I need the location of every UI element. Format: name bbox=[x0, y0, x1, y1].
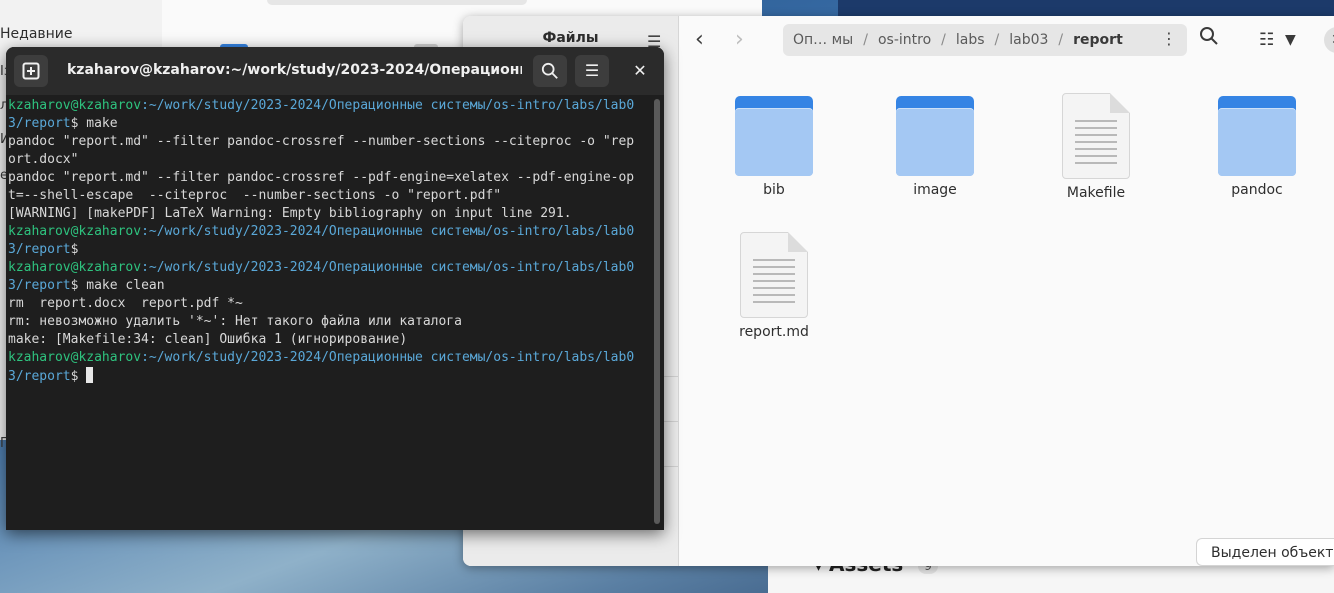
terminal-line: pandoc "report.md" --filter pandoc-cross… bbox=[8, 169, 648, 187]
path-segment[interactable]: Оп… мы bbox=[783, 32, 863, 48]
file-item-label: pandoc bbox=[1231, 182, 1283, 198]
search-icon[interactable] bbox=[533, 55, 567, 87]
folder-icon bbox=[1218, 96, 1296, 176]
path-breadcrumb: Оп… мы / os-intro / labs / lab03 / repor… bbox=[783, 24, 1187, 56]
terminal-text: t=--shell-escape --citeproc --number-sec… bbox=[8, 188, 502, 203]
document-icon bbox=[740, 232, 808, 318]
terminal-line: kzaharov@kzaharov:~/work/study/2023-2024… bbox=[8, 259, 648, 277]
terminal-line: make: [Makefile:34: clean] Ошибка 1 (игн… bbox=[8, 331, 648, 349]
view-options-chevron-icon[interactable]: ▼ bbox=[1285, 26, 1296, 54]
back-arrow-icon[interactable]: ‹ bbox=[695, 26, 704, 54]
prompt-path: 3/report bbox=[8, 278, 71, 293]
terminal-line: ort.docx" bbox=[8, 151, 648, 169]
terminal-line: kzaharov@kzaharov:~/work/study/2023-2024… bbox=[8, 223, 648, 241]
prompt-path: 3/report bbox=[8, 242, 71, 257]
files-grid: bib image Makefile pandoc report.md bbox=[679, 76, 1334, 566]
file-item-label: bib bbox=[763, 182, 785, 198]
file-item-document[interactable]: report.md bbox=[714, 232, 834, 340]
list-view-icon[interactable]: ☷ bbox=[1259, 26, 1274, 54]
prompt-path: :~/work/study/2023-2024/Операционные сис… bbox=[141, 224, 635, 239]
terminal-output[interactable]: kzaharov@kzaharov:~/work/study/2023-2024… bbox=[8, 97, 648, 527]
terminal-line: 3/report$ make clean bbox=[8, 277, 648, 295]
terminal-text: $ bbox=[70, 242, 79, 257]
terminal-line: pandoc "report.md" --filter pandoc-cross… bbox=[8, 133, 648, 151]
sidebar-divider bbox=[663, 376, 678, 377]
prompt-path: 3/report bbox=[8, 116, 71, 131]
terminal-line: rm report.docx report.pdf *~ bbox=[8, 295, 648, 313]
terminal-line: 3/report$ bbox=[8, 241, 648, 259]
new-tab-icon[interactable] bbox=[14, 55, 48, 87]
file-item-label: report.md bbox=[739, 324, 809, 340]
prompt-path: :~/work/study/2023-2024/Операционные сис… bbox=[141, 350, 635, 365]
terminal-line: 3/report$ bbox=[8, 367, 648, 385]
recent-nav-item[interactable]: Недавние bbox=[0, 26, 73, 42]
selection-status: Выделен объект «report.md» bbox=[1196, 538, 1334, 566]
terminal-text: $ make bbox=[70, 116, 118, 131]
folder-icon bbox=[735, 96, 813, 176]
terminal-line: kzaharov@kzaharov:~/work/study/2023-2024… bbox=[8, 349, 648, 367]
path-segment[interactable]: os-intro bbox=[868, 32, 941, 48]
prompt-user: kzaharov@kzaharov bbox=[8, 350, 142, 365]
terminal-text: [WARNING] [makePDF] LaTeX Warning: Empty… bbox=[8, 206, 572, 221]
path-segment[interactable]: labs bbox=[946, 32, 995, 48]
file-item-folder[interactable]: image bbox=[875, 96, 995, 198]
forward-arrow-icon[interactable]: › bbox=[735, 26, 744, 54]
terminal-line: [WARNING] [makePDF] LaTeX Warning: Empty… bbox=[8, 205, 648, 223]
terminal-line: t=--shell-escape --citeproc --number-sec… bbox=[8, 187, 648, 205]
file-item-folder[interactable]: bib bbox=[714, 96, 834, 198]
document-icon bbox=[1062, 93, 1130, 179]
terminal-window: kzaharov@kzaharov:~/work/study/2023-2024… bbox=[6, 47, 664, 530]
terminal-text: rm report.docx report.pdf *~ bbox=[8, 296, 243, 311]
terminal-title: kzaharov@kzaharov:~/work/study/2023-2024… bbox=[67, 62, 522, 78]
file-item-folder[interactable]: pandoc bbox=[1197, 96, 1317, 198]
terminal-line: kzaharov@kzaharov:~/work/study/2023-2024… bbox=[8, 97, 648, 115]
prompt-user: kzaharov@kzaharov bbox=[8, 224, 142, 239]
sidebar-divider bbox=[663, 466, 678, 467]
files-header: ‹ › Оп… мы / os-intro / labs / lab03 / r… bbox=[679, 16, 1334, 64]
terminal-text: rm: невозможно удалить '*~': Нет такого … bbox=[8, 314, 462, 329]
terminal-line: 3/report$ make bbox=[8, 115, 648, 133]
path-segment[interactable]: lab03 bbox=[999, 32, 1058, 48]
terminal-text: $ bbox=[70, 369, 87, 384]
prompt-user: kzaharov@kzaharov bbox=[8, 260, 142, 275]
prompt-path: :~/work/study/2023-2024/Операционные сис… bbox=[141, 98, 635, 113]
terminal-headerbar: kzaharov@kzaharov:~/work/study/2023-2024… bbox=[6, 47, 664, 95]
file-item-document[interactable]: Makefile bbox=[1036, 93, 1156, 201]
background-pill bbox=[267, 0, 527, 5]
path-options-icon[interactable]: ⋮ bbox=[1161, 29, 1177, 48]
close-icon[interactable]: ✕ bbox=[623, 55, 657, 87]
sidebar-divider bbox=[663, 421, 678, 422]
terminal-line: rm: невозможно удалить '*~': Нет такого … bbox=[8, 313, 648, 331]
hamburger-menu-icon[interactable]: ☰ bbox=[575, 55, 609, 87]
terminal-text: pandoc "report.md" --filter pandoc-cross… bbox=[8, 134, 635, 149]
terminal-scrollbar[interactable] bbox=[654, 99, 660, 524]
folder-icon bbox=[896, 96, 974, 176]
terminal-text: pandoc "report.md" --filter pandoc-cross… bbox=[8, 170, 635, 185]
file-item-label: image bbox=[913, 182, 957, 198]
path-segment-current[interactable]: report bbox=[1063, 32, 1133, 48]
terminal-cursor bbox=[86, 367, 94, 383]
file-item-label: Makefile bbox=[1066, 185, 1126, 201]
prompt-user: kzaharov@kzaharov bbox=[8, 98, 142, 113]
terminal-text: $ make clean bbox=[70, 278, 165, 293]
prompt-path: :~/work/study/2023-2024/Операционные сис… bbox=[141, 260, 635, 275]
prompt-path: 3/report bbox=[8, 369, 71, 384]
files-sidebar-title: Файлы bbox=[542, 30, 599, 46]
terminal-text: make: [Makefile:34: clean] Ошибка 1 (игн… bbox=[8, 332, 408, 347]
terminal-text: ort.docx" bbox=[8, 152, 79, 167]
search-icon[interactable] bbox=[1199, 26, 1219, 55]
close-icon[interactable]: ✕ bbox=[1324, 27, 1334, 53]
